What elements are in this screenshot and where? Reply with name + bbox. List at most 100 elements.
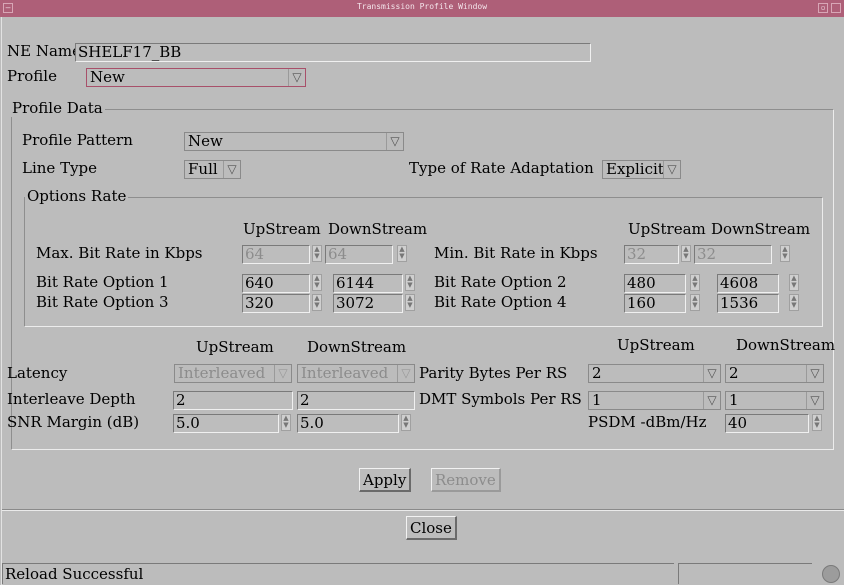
profile-data-title: Profile Data — [10, 99, 105, 117]
spin-arrows-icon[interactable]: ▲ ▼ — [405, 294, 415, 311]
max-bit-rate-down-field: 64 — [325, 245, 393, 264]
maximize-icon[interactable] — [831, 3, 841, 13]
dmt-symbols-down-select[interactable]: 1 ▽ — [725, 391, 824, 410]
dmt-symbols-up-value: 1 — [592, 391, 602, 409]
bit-rate-option-3-up-field[interactable]: 320 — [242, 294, 310, 313]
remove-button: Remove — [431, 468, 501, 492]
spin-arrows-icon: ▲ ▼ — [397, 245, 407, 262]
max-bit-rate-up-field: 64 — [242, 245, 310, 264]
ne-name-label: NE Name — [7, 42, 82, 60]
spin-arrows-icon[interactable]: ▲ ▼ — [789, 274, 799, 291]
interleave-depth-up-field[interactable]: 2 — [173, 391, 293, 410]
interleave-depth-label: Interleave Depth — [7, 390, 136, 408]
downstream-header: DownStream — [307, 338, 407, 356]
window-title: Transmission Profile Window — [356, 2, 488, 11]
downstream-header-2: DownStream — [736, 336, 836, 354]
options-downstream-header-2: DownStream — [711, 220, 811, 238]
rate-adaptation-select[interactable]: Explicit ▽ — [602, 160, 681, 179]
rate-adaptation-label: Type of Rate Adaptation — [409, 159, 594, 177]
snr-margin-label: SNR Margin (dB) — [7, 413, 140, 431]
chevron-down-icon: ▽ — [663, 161, 680, 178]
chevron-down-icon: ▽ — [703, 365, 720, 382]
options-downstream-header: DownStream — [328, 220, 428, 238]
chevron-down-icon: ▽ — [806, 392, 823, 409]
max-bit-rate-label: Max. Bit Rate in Kbps — [36, 244, 203, 262]
chevron-down-icon: ▽ — [397, 365, 414, 382]
profile-pattern-value: New — [188, 132, 223, 150]
interleave-depth-down-field[interactable]: 2 — [297, 391, 415, 410]
bit-rate-option-4-down-field[interactable]: 1536 — [717, 294, 779, 313]
min-bit-rate-up-field: 32 — [624, 245, 679, 264]
spin-arrows-icon[interactable]: ▲ ▼ — [405, 274, 415, 291]
minimize-icon[interactable]: ▫ — [818, 3, 828, 13]
spin-arrows-icon: ▲ ▼ — [312, 245, 322, 262]
dmt-symbols-up-select[interactable]: 1 ▽ — [588, 391, 721, 410]
psdm-label: PSDM -dBm/Hz — [588, 413, 707, 431]
profile-pattern-label: Profile Pattern — [22, 131, 133, 149]
latency-label: Latency — [7, 364, 68, 382]
snr-margin-up-field[interactable]: 5.0 — [173, 414, 279, 433]
parity-bytes-label: Parity Bytes Per RS — [419, 364, 568, 382]
title-bar[interactable]: — Transmission Profile Window ▫ — [0, 0, 844, 17]
spin-arrows-icon[interactable]: ▲ ▼ — [690, 294, 700, 311]
bit-rate-option-2-down-field[interactable]: 4608 — [717, 274, 779, 293]
profile-pattern-select[interactable]: New ▽ — [184, 132, 404, 151]
latency-up-select: Interleaved ▽ — [174, 364, 292, 383]
close-button[interactable]: Close — [406, 516, 457, 540]
spin-arrows-icon[interactable]: ▲ ▼ — [312, 294, 322, 311]
chevron-down-icon: ▽ — [806, 365, 823, 382]
dmt-symbols-down-value: 1 — [729, 391, 739, 409]
bit-rate-option-1-down-field[interactable]: 6144 — [333, 274, 403, 293]
profile-select[interactable]: New ▽ — [86, 68, 306, 87]
profile-select-value: New — [90, 68, 125, 86]
bit-rate-option-2-up-field[interactable]: 480 — [624, 274, 686, 293]
parity-bytes-down-value: 2 — [729, 364, 739, 382]
apply-button[interactable]: Apply — [359, 468, 412, 492]
spin-arrows-icon[interactable]: ▲ ▼ — [401, 414, 411, 431]
bit-rate-option-3-down-field[interactable]: 3072 — [333, 294, 403, 313]
options-rate-title: Options Rate — [25, 187, 129, 205]
latency-down-select: Interleaved ▽ — [297, 364, 415, 383]
dmt-symbols-label: DMT Symbols Per RS — [419, 390, 582, 408]
chevron-down-icon: ▽ — [703, 392, 720, 409]
spin-arrows-icon[interactable]: ▲ ▼ — [281, 414, 291, 431]
chevron-down-icon: ▽ — [386, 133, 403, 150]
bit-rate-option-3-label: Bit Rate Option 3 — [36, 293, 169, 311]
parity-bytes-up-select[interactable]: 2 ▽ — [588, 364, 721, 383]
status-bar: Reload Successful — [2, 563, 674, 584]
spin-arrows-icon[interactable]: ▲ ▼ — [312, 274, 322, 291]
spin-arrows-icon: ▲ ▼ — [780, 245, 790, 262]
latency-down-value: Interleaved — [301, 364, 389, 382]
parity-bytes-down-select[interactable]: 2 ▽ — [725, 364, 824, 383]
bit-rate-option-4-label: Bit Rate Option 4 — [434, 293, 567, 311]
spin-arrows-icon: ▲ ▼ — [681, 245, 691, 262]
options-upstream-header: UpStream — [243, 220, 321, 238]
line-type-value: Full — [188, 160, 218, 178]
line-type-select[interactable]: Full ▽ — [184, 160, 241, 179]
min-bit-rate-label: Min. Bit Rate in Kbps — [434, 244, 598, 262]
bit-rate-option-2-label: Bit Rate Option 2 — [434, 273, 567, 291]
snr-margin-down-field[interactable]: 5.0 — [297, 414, 399, 433]
bit-rate-option-1-up-field[interactable]: 640 — [242, 274, 310, 293]
min-bit-rate-down-field: 32 — [694, 245, 772, 264]
spin-arrows-icon[interactable]: ▲ ▼ — [789, 294, 799, 311]
upstream-header-2: UpStream — [617, 336, 695, 354]
spin-arrows-icon[interactable]: ▲ ▼ — [812, 414, 822, 431]
status-indicator-icon — [822, 565, 840, 583]
chevron-down-icon: ▽ — [223, 161, 240, 178]
separator — [2, 509, 844, 511]
chevron-down-icon: ▽ — [274, 365, 291, 382]
status-bar-secondary — [678, 563, 812, 584]
ne-name-field: SHELF17_BB — [75, 43, 591, 62]
psdm-field[interactable]: 40 — [725, 414, 809, 433]
parity-bytes-up-value: 2 — [592, 364, 602, 382]
latency-up-value: Interleaved — [178, 364, 266, 382]
chevron-down-icon: ▽ — [288, 69, 305, 86]
window-body: NE Name SHELF17_BB Profile New ▽ Profile… — [1, 17, 844, 585]
upstream-header: UpStream — [196, 338, 274, 356]
bit-rate-option-4-up-field[interactable]: 160 — [624, 294, 686, 313]
profile-label: Profile — [7, 67, 57, 85]
rate-adaptation-value: Explicit — [606, 160, 664, 178]
bit-rate-option-1-label: Bit Rate Option 1 — [36, 273, 169, 291]
spin-arrows-icon[interactable]: ▲ ▼ — [690, 274, 700, 291]
